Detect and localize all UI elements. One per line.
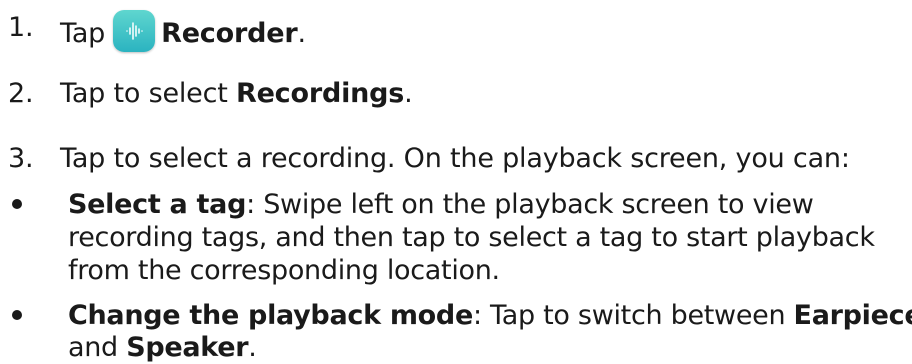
app-name: Recorder xyxy=(161,18,298,49)
step-text: Tap xyxy=(60,18,106,49)
bullet-select-tag-line3: from the corresponding location. xyxy=(68,255,500,286)
step-number: 2. xyxy=(8,78,34,109)
bullet-select-tag: Select a tag: Swipe left on the playback… xyxy=(68,189,814,220)
bullet-dot xyxy=(12,199,22,209)
earpiece-label: Earpiece xyxy=(793,300,912,331)
bullet-dot xyxy=(12,310,22,320)
bullet-heading: Select a tag xyxy=(68,189,247,220)
recorder-app-icon xyxy=(113,10,156,52)
bullet-playback-mode-line2: and Speaker. xyxy=(68,332,257,363)
recordings-label: Recordings xyxy=(235,78,405,109)
speaker-label: Speaker xyxy=(126,332,249,363)
bullet-heading: Change the playback mode xyxy=(68,300,473,331)
step-text: Tap to select a recording. On the playba… xyxy=(60,143,850,174)
bullet-playback-mode: Change the playback mode: Tap to switch … xyxy=(68,299,912,332)
bullet-select-tag-line2: recording tags, and then tap to select a… xyxy=(68,222,875,253)
step-number: 3. xyxy=(8,143,34,174)
step-number: 1. xyxy=(8,12,34,43)
step-text: Tap to select xyxy=(60,78,236,109)
